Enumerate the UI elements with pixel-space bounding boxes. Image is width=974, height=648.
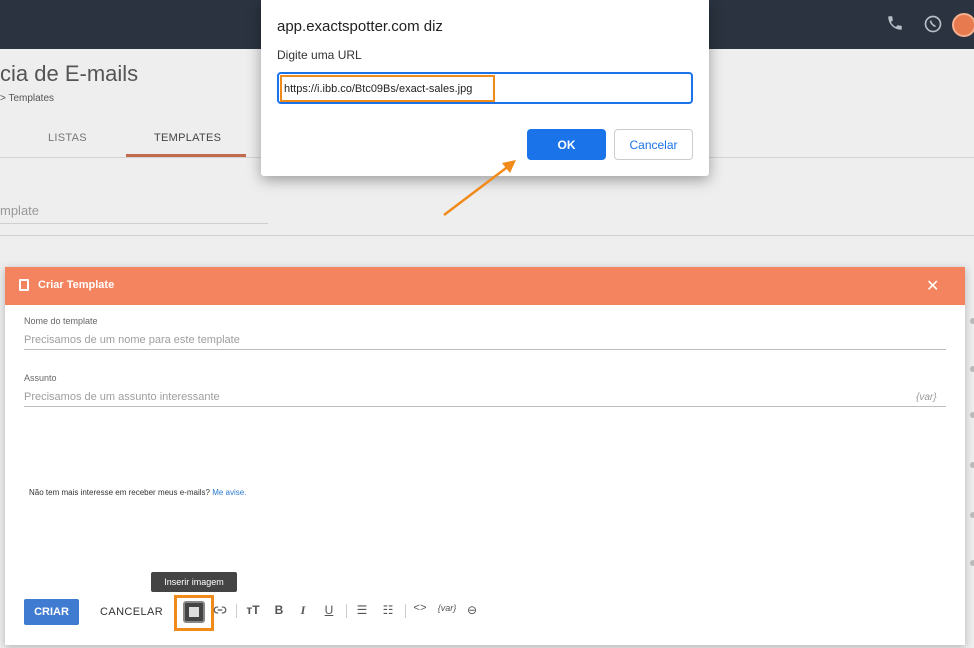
document-icon <box>19 279 29 291</box>
cancel-button[interactable]: Cancelar <box>614 129 693 160</box>
cancel-button[interactable]: CANCELAR <box>100 606 163 618</box>
subject-label: Assunto <box>24 373 57 383</box>
page-title: cia de E-mails <box>0 61 139 86</box>
subject-input[interactable] <box>24 387 946 407</box>
bold-icon[interactable]: B <box>271 603 287 617</box>
dialog-title: app.exactspotter.com diz <box>277 18 443 35</box>
tab-templates[interactable]: TEMPLATES <box>154 132 221 144</box>
divider <box>0 235 974 236</box>
remove-format-icon[interactable]: ⊖ <box>464 603 480 617</box>
breadcrumb-item[interactable]: Templates <box>8 93 54 104</box>
edge-control <box>970 512 974 518</box>
divider <box>0 223 268 224</box>
edge-control <box>970 462 974 468</box>
var-button[interactable]: {var} <box>435 603 459 613</box>
unsubscribe-text: Não tem mais interesse em receber meus e… <box>29 488 246 497</box>
avatar[interactable] <box>952 13 974 37</box>
edge-control <box>970 366 974 372</box>
url-input[interactable] <box>284 80 489 98</box>
italic-icon[interactable]: I <box>295 603 311 618</box>
ok-button[interactable]: OK <box>527 129 606 160</box>
create-button[interactable]: CRIAR <box>24 599 79 625</box>
phone-icon[interactable] <box>884 14 906 36</box>
template-name-input[interactable] <box>24 330 946 350</box>
modal-header: Criar Template ✕ <box>5 267 965 305</box>
toolbar-divider <box>236 604 237 618</box>
edge-control <box>970 318 974 324</box>
code-icon[interactable]: <> <box>412 603 428 615</box>
modal-title: Criar Template <box>38 279 115 291</box>
create-template-modal: Criar Template ✕ Nome do template Assunt… <box>5 267 965 645</box>
link-icon[interactable] <box>212 603 228 620</box>
toolbar-divider <box>346 604 347 618</box>
url-prompt-dialog: app.exactspotter.com diz Digite uma URL … <box>261 0 709 176</box>
toolbar-divider <box>405 604 406 618</box>
edge-control <box>970 412 974 418</box>
close-icon[interactable]: ✕ <box>926 276 939 296</box>
annotation-arrow <box>443 160 516 216</box>
breadcrumb: > Templates <box>0 93 55 104</box>
whatsapp-icon[interactable] <box>922 14 944 36</box>
template-search-input[interactable]: mplate <box>0 203 39 218</box>
text-size-icon[interactable]: ᴛT <box>245 603 261 617</box>
dialog-message: Digite uma URL <box>277 48 362 62</box>
numbered-list-icon[interactable]: ☷ <box>380 603 396 617</box>
insert-image-icon[interactable] <box>183 601 205 623</box>
template-name-label: Nome do template <box>24 316 98 326</box>
underline-icon[interactable]: U <box>321 603 337 617</box>
unsubscribe-link[interactable]: Me avise. <box>212 488 246 497</box>
unsubscribe-message: Não tem mais interesse em receber meus e… <box>29 488 210 497</box>
bulleted-list-icon[interactable]: ☰ <box>354 603 370 617</box>
tab-listas[interactable]: LISTAS <box>48 132 87 144</box>
var-button[interactable]: {var} <box>916 392 937 403</box>
tooltip: Inserir imagem <box>151 572 237 592</box>
edge-control <box>970 560 974 566</box>
